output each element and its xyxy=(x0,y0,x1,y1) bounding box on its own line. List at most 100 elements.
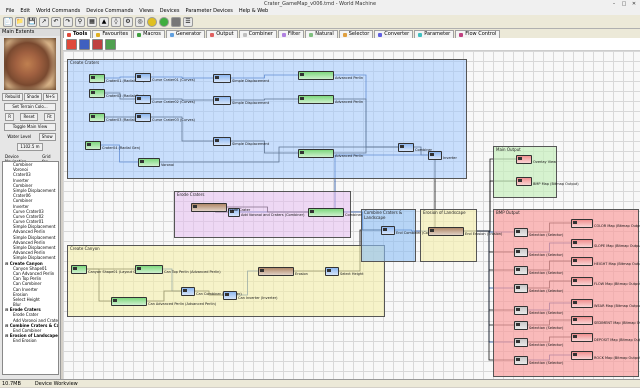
menu-item-edit[interactable]: Edit xyxy=(20,8,30,15)
device-node-n21[interactable] xyxy=(135,265,163,274)
water-show-button[interactable]: Show xyxy=(38,133,56,141)
view-3d-icon[interactable]: ▲ xyxy=(99,16,109,27)
tool-portal-icon[interactable] xyxy=(105,39,116,50)
device-node-b1[interactable] xyxy=(571,219,593,228)
menu-item-help-web[interactable]: Help & Web xyxy=(239,8,268,15)
export-icon[interactable]: ↗ xyxy=(39,16,49,27)
device-node-n3[interactable] xyxy=(89,113,105,122)
minimize-icon[interactable]: – xyxy=(610,1,618,7)
device-node-b7[interactable] xyxy=(571,333,593,342)
water-level-field[interactable]: 1102.5 m xyxy=(17,143,43,151)
device-node-n2[interactable] xyxy=(89,89,105,98)
rebuild-button[interactable]: Rebuild xyxy=(2,93,24,101)
tab-favourites[interactable]: Favourites xyxy=(92,30,133,38)
tab-selector[interactable]: Selector xyxy=(338,30,374,38)
device-node-b8[interactable] xyxy=(571,351,593,360)
device-node-n24[interactable] xyxy=(223,291,237,300)
tab-tools[interactable]: Tools xyxy=(63,30,92,38)
shade-button[interactable]: Shade xyxy=(23,93,43,101)
device-node-n10[interactable] xyxy=(298,71,334,80)
world-icon[interactable]: ◎ xyxy=(135,16,145,27)
device-node-n25[interactable] xyxy=(258,267,294,276)
device-node-n19[interactable] xyxy=(308,208,344,217)
options-icon[interactable]: ☰ xyxy=(183,16,193,27)
toggle-main-view-button[interactable]: Toggle Main View xyxy=(4,123,56,131)
device-node-b6[interactable] xyxy=(571,316,593,325)
tool-group-icon[interactable] xyxy=(79,39,90,50)
undo-icon[interactable]: ↶ xyxy=(51,16,61,27)
terrain-view-icon[interactable]: ◊ xyxy=(111,16,121,27)
tab-converter[interactable]: Converter xyxy=(374,30,414,38)
device-workview[interactable]: Create Craters Erode Craters Create Canyon… xyxy=(63,51,640,379)
device-node-c2[interactable] xyxy=(514,248,528,257)
device-node-n6[interactable] xyxy=(135,113,151,122)
device-node-n9[interactable] xyxy=(213,137,231,146)
device-node-c7[interactable] xyxy=(514,338,528,347)
tab-output[interactable]: Output xyxy=(206,30,238,38)
tool-pointer-icon[interactable] xyxy=(66,39,77,50)
reset-button[interactable]: Reset xyxy=(20,113,38,121)
device-node-c8[interactable] xyxy=(514,356,528,365)
save-icon[interactable]: 💾 xyxy=(27,16,37,27)
menu-item-file[interactable]: File xyxy=(6,8,14,15)
set-terrain-color-button[interactable]: Set Terrain Colo... xyxy=(4,103,56,111)
device-node-n18[interactable] xyxy=(191,203,227,212)
device-node-c6[interactable] xyxy=(514,321,528,330)
tab-filter[interactable]: Filter xyxy=(277,30,305,38)
menu-item-views[interactable]: Views xyxy=(139,8,153,15)
device-node-n7[interactable] xyxy=(213,74,231,83)
close-icon[interactable]: ✕ xyxy=(630,1,638,7)
device-node-c4[interactable] xyxy=(514,284,528,293)
menu-item-parameter-devices[interactable]: Parameter Devices xyxy=(186,8,233,15)
tab-natural[interactable]: Natural xyxy=(305,30,338,38)
settings-icon[interactable]: ⚙ xyxy=(123,16,133,27)
preview-build-icon[interactable] xyxy=(147,16,157,27)
device-node-n8[interactable] xyxy=(213,96,231,105)
device-node-b4[interactable] xyxy=(571,277,593,286)
device-node-b2[interactable] xyxy=(571,239,593,248)
terrain-preview[interactable] xyxy=(4,38,56,90)
device-node-n1[interactable] xyxy=(89,74,105,83)
new-file-icon[interactable]: 📄 xyxy=(3,16,13,27)
device-node-n28[interactable] xyxy=(428,227,464,236)
device-node-n30[interactable] xyxy=(516,177,532,186)
device-node-n16[interactable] xyxy=(428,151,442,160)
fit-button[interactable]: Fit xyxy=(44,113,55,121)
tab-flow-control[interactable]: Flow Control xyxy=(455,30,501,38)
device-tree[interactable]: Combiner Voronoi Crater03 Inverter Combiner S… xyxy=(2,161,59,375)
tab-macros[interactable]: Macros xyxy=(133,30,165,38)
build-icon[interactable] xyxy=(159,16,169,27)
tab-combiner[interactable]: Combiner xyxy=(238,30,277,38)
device-node-n15[interactable] xyxy=(398,143,414,152)
device-node-n22[interactable] xyxy=(111,297,147,306)
device-node-n23[interactable] xyxy=(181,287,195,296)
device-node-n20[interactable] xyxy=(71,265,87,274)
group-combine-craters-landscape[interactable]: Combine Craters & Landscape xyxy=(361,209,416,262)
device-node-n13[interactable] xyxy=(85,141,101,150)
device-node-c3[interactable] xyxy=(514,266,528,275)
tab-parameter[interactable]: Parameter xyxy=(414,30,455,38)
device-node-n11[interactable] xyxy=(298,95,334,104)
device-node-b3[interactable] xyxy=(571,257,593,266)
redo-icon[interactable]: ↷ xyxy=(63,16,73,27)
device-node-n12[interactable] xyxy=(298,149,334,158)
maximize-icon[interactable]: □ xyxy=(620,1,628,7)
menu-item-device-commands[interactable]: Device Commands xyxy=(86,8,133,15)
tool-delete-icon[interactable] xyxy=(92,39,103,50)
device-node-n26[interactable] xyxy=(325,267,339,276)
tree-item[interactable]: End Erosion xyxy=(3,338,58,343)
menu-item-world-commands[interactable]: World Commands xyxy=(36,8,80,15)
device-node-n14[interactable] xyxy=(138,158,160,167)
ns-button[interactable]: N+S xyxy=(42,93,58,101)
device-node-n27[interactable] xyxy=(381,226,395,235)
device-node-c5[interactable] xyxy=(514,306,528,315)
layout-icon[interactable]: ▦ xyxy=(87,16,97,27)
group-create-canyon[interactable]: Create Canyon xyxy=(67,245,385,317)
stop-icon[interactable] xyxy=(171,16,181,27)
menu-item-devices[interactable]: Devices xyxy=(160,8,180,15)
tab-generator[interactable]: Generator xyxy=(165,30,206,38)
device-node-n5[interactable] xyxy=(135,95,151,104)
open-folder-icon[interactable]: 📁 xyxy=(15,16,25,27)
device-node-n29[interactable] xyxy=(516,155,532,164)
device-node-c1[interactable] xyxy=(514,228,528,237)
